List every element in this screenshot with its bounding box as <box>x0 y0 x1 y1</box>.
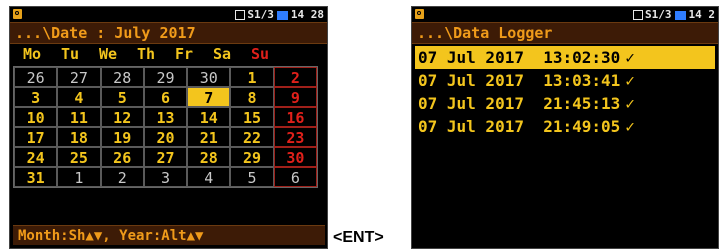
calendar-day[interactable]: 13 <box>143 107 188 127</box>
check-icon: ✓ <box>625 117 635 136</box>
weekday-label: Mo <box>22 45 42 63</box>
calendar-day[interactable]: 26 <box>14 67 58 87</box>
calendar-day[interactable]: 19 <box>100 127 144 147</box>
calendar-day[interactable]: 18 <box>57 127 101 147</box>
calendar-day[interactable]: 17 <box>14 127 58 147</box>
status-time: 14 2 <box>688 8 716 21</box>
calendar-day[interactable]: 2 <box>100 167 144 187</box>
status-text: S1/3 <box>645 8 672 21</box>
weekday-label: Sa <box>212 45 232 63</box>
status-text: S1/3 <box>247 8 274 21</box>
calendar-day[interactable]: 24 <box>14 147 58 167</box>
calendar-day[interactable]: 14 <box>187 107 231 127</box>
calendar-day[interactable]: 22 <box>230 127 274 147</box>
calendar-day[interactable]: 27 <box>143 147 188 167</box>
menu-corner-icon <box>13 9 22 19</box>
status-bar: S1/3 14 28 <box>10 7 327 22</box>
weekday-header: Mo Tu We Th Fr Sa Su <box>13 45 325 63</box>
battery-icon <box>674 10 686 20</box>
calendar-day[interactable]: 2 <box>273 67 317 87</box>
screen-title: ...\Date : July 2017 <box>10 22 327 44</box>
logger-entry-timestamp: 07 Jul 2017 13:02:30 <box>418 48 621 67</box>
calendar-day[interactable]: 3 <box>143 167 188 187</box>
calendar-day[interactable]: 27 <box>57 67 101 87</box>
calendar-day[interactable]: 31 <box>14 167 58 187</box>
memory-box-icon <box>235 10 246 20</box>
calendar-day[interactable]: 6 <box>143 87 188 107</box>
calendar-day[interactable]: 29 <box>230 147 274 167</box>
data-logger-screen: S1/3 14 2 ...\Data Logger 07 Jul 2017 13:… <box>411 6 719 249</box>
status-time: 14 28 <box>290 8 324 21</box>
logger-entry-timestamp: 07 Jul 2017 21:49:05 <box>418 117 621 136</box>
calendar-day[interactable]: 23 <box>273 127 317 147</box>
logger-entry[interactable]: 07 Jul 2017 13:03:41 ✓ <box>415 69 715 92</box>
calendar-day[interactable]: 15 <box>230 107 274 127</box>
calendar-day[interactable]: 11 <box>57 107 101 127</box>
status-bar: S1/3 14 2 <box>412 7 718 22</box>
weekday-label: We <box>98 45 118 63</box>
calendar-day[interactable]: 1 <box>57 167 101 187</box>
enter-key-label: <ENT> <box>333 229 384 246</box>
logger-file-list: 07 Jul 2017 13:02:30 ✓ 07 Jul 2017 13:03:4… <box>415 46 715 138</box>
screen-title: ...\Data Logger <box>412 22 718 44</box>
weekday-label: Tu <box>60 45 80 63</box>
logger-entry-timestamp: 07 Jul 2017 21:45:13 <box>418 94 621 113</box>
calendar-day[interactable]: 12 <box>100 107 144 127</box>
logger-entry[interactable]: 07 Jul 2017 21:45:13 ✓ <box>415 92 715 115</box>
check-icon: ✓ <box>625 94 635 113</box>
calendar-day[interactable]: 16 <box>273 107 317 127</box>
calendar-day[interactable]: 20 <box>143 127 188 147</box>
calendar-day[interactable]: 7 <box>187 87 231 107</box>
logger-entry[interactable]: 07 Jul 2017 21:49:05 ✓ <box>415 115 715 138</box>
calendar-day[interactable]: 21 <box>187 127 231 147</box>
memory-box-icon <box>633 10 643 20</box>
weekday-label: Su <box>250 45 270 63</box>
calendar-day[interactable]: 25 <box>57 147 101 167</box>
logger-entry-timestamp: 07 Jul 2017 13:03:41 <box>418 71 621 90</box>
calendar-day[interactable]: 5 <box>230 167 274 187</box>
calendar-day[interactable]: 9 <box>273 87 317 107</box>
calendar-day[interactable]: 5 <box>100 87 144 107</box>
calendar-day[interactable]: 29 <box>143 67 188 87</box>
battery-icon <box>276 10 288 20</box>
check-icon: ✓ <box>625 48 635 67</box>
navigation-hint: Month:Sh▲▼, Year:Alt▲▼ <box>13 225 325 245</box>
calendar-day[interactable]: 3 <box>14 87 58 107</box>
calendar-day[interactable]: 4 <box>187 167 231 187</box>
calendar-day[interactable]: 28 <box>100 67 144 87</box>
menu-corner-icon <box>415 9 424 19</box>
calendar-grid: 26 27 28 29 30 1 2 3 4 5 6 7 8 9 10 11 12 13 14 15 16 17 18 19 2… <box>13 66 318 188</box>
calendar-day[interactable]: 6 <box>273 167 317 187</box>
logger-entry[interactable]: 07 Jul 2017 13:02:30 ✓ <box>415 46 715 69</box>
calendar-day[interactable]: 30 <box>273 147 317 167</box>
check-icon: ✓ <box>625 71 635 90</box>
calendar-day[interactable]: 8 <box>230 87 274 107</box>
calendar-day[interactable]: 28 <box>187 147 231 167</box>
weekday-label: Th <box>136 45 156 63</box>
weekday-label: Fr <box>174 45 194 63</box>
calendar-day[interactable]: 4 <box>57 87 101 107</box>
calendar-day[interactable]: 30 <box>187 67 231 87</box>
calendar-day[interactable]: 26 <box>100 147 144 167</box>
calendar-screen: S1/3 14 28 ...\Date : July 2017 Mo Tu We Th F… <box>9 6 328 249</box>
calendar-day[interactable]: 1 <box>230 67 274 87</box>
calendar-day[interactable]: 10 <box>14 107 58 127</box>
